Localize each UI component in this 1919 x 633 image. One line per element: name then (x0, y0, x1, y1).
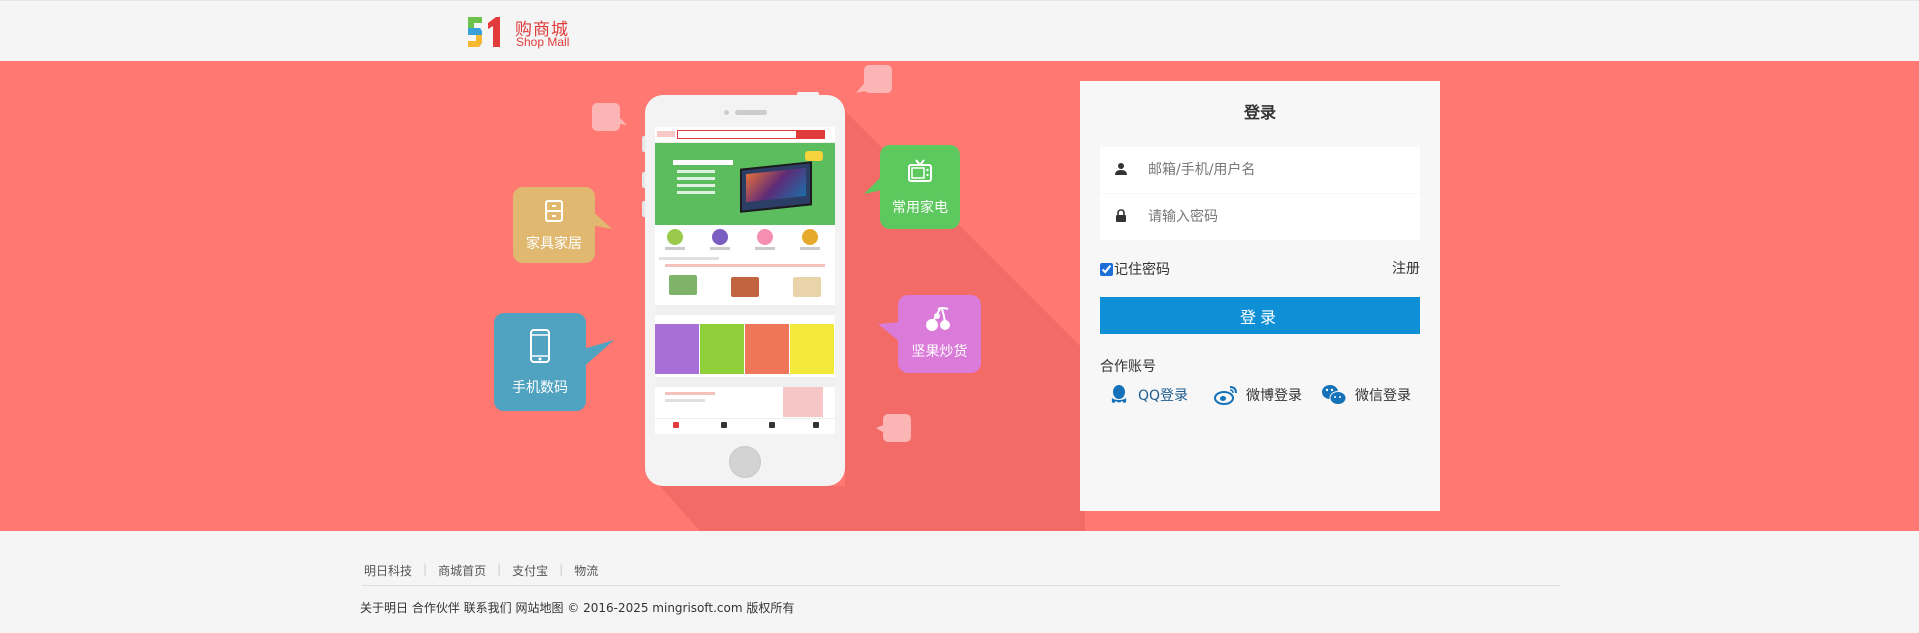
screen-nav-icon (813, 422, 819, 428)
wechat-icon (1322, 385, 1347, 405)
bubble-appliance[interactable]: 常用家电 (880, 145, 960, 229)
screen-bottom-nav (655, 418, 835, 434)
mobile-phone-icon (530, 329, 550, 363)
bubble-label: 家具家居 (526, 236, 582, 252)
screen-tile (700, 324, 744, 374)
bubble-furniture[interactable]: 家具家居 (513, 187, 595, 263)
login-button[interactable]: 登录 (1100, 297, 1420, 334)
footer-link[interactable]: 商城首页 (438, 562, 486, 579)
username-input[interactable] (1148, 147, 1408, 193)
username-field[interactable] (1100, 147, 1420, 193)
screen-text-row (665, 399, 705, 402)
password-field[interactable] (1100, 194, 1420, 240)
screen-icon-label (755, 247, 775, 250)
screen-icon (802, 229, 818, 245)
logo-en-text: Shop Mall (516, 35, 570, 49)
bubble-label: 常用家电 (892, 200, 948, 216)
wechat-login-label: 微信登录 (1355, 388, 1411, 404)
screen-divider (655, 377, 835, 387)
remember-checkbox[interactable] (1100, 262, 1113, 276)
logo-51-icon (468, 17, 500, 47)
bubble-label: 手机数码 (512, 380, 568, 396)
screen-banner-title (673, 160, 733, 165)
screen-icon-label (710, 247, 730, 250)
footer-copyright: 关于明日 合作伙伴 联系我们 网站地图 © 2016-2025 mingriso… (360, 601, 795, 615)
screen-tile (655, 324, 699, 374)
footer-links: 明日科技 | 商城首页 | 支付宝 | 物流 (364, 562, 598, 579)
screen-banner-line (677, 184, 715, 187)
screen-icon (757, 229, 773, 245)
screen-product (669, 275, 697, 295)
screen-product (793, 277, 821, 297)
screen-logo (657, 131, 675, 137)
bubble-label: 坚果炒货 (911, 344, 968, 360)
phone-speaker (735, 110, 767, 115)
screen-banner-line (677, 177, 715, 180)
screen-text-row (665, 392, 715, 395)
hero-banner: 家具家居 常用家电 手机数码 坚果炒货 (0, 61, 1919, 531)
lock-icon (1116, 209, 1126, 222)
weibo-icon (1214, 386, 1237, 405)
screen-nav-icon (769, 422, 775, 428)
footer-divider (362, 585, 1560, 586)
cabinet-icon (545, 200, 563, 222)
footer-link[interactable]: 物流 (574, 562, 598, 579)
screen-divider (655, 305, 835, 315)
bubble-digital[interactable]: 手机数码 (494, 313, 586, 411)
partner-accounts-label: 合作账号 (1100, 359, 1156, 375)
screen-nav-icon (721, 422, 727, 428)
screen-banner-line (677, 191, 715, 194)
qq-login[interactable]: QQ登录 (1108, 383, 1188, 407)
footer-link[interactable]: 支付宝 (512, 562, 548, 579)
login-title: 登录 (1243, 103, 1276, 122)
screen-search-button (797, 130, 825, 139)
screen-text-row (659, 257, 719, 260)
screen-nav-icon (673, 422, 679, 428)
phone-screen (655, 127, 835, 434)
wechat-login[interactable]: 微信登录 (1321, 383, 1411, 407)
phone-camera (724, 110, 729, 115)
screen-text-row (665, 264, 825, 267)
screen-icon-label (665, 247, 685, 250)
screen-banner-line (677, 170, 715, 173)
phone-home-button (729, 446, 761, 478)
screen-tile (745, 324, 789, 374)
screen-header (655, 127, 835, 143)
screen-price-tag (805, 151, 823, 161)
screen-phone-product (783, 387, 823, 417)
deco-tail (615, 113, 627, 125)
register-link[interactable]: 注册 (1392, 258, 1420, 278)
screen-tile (790, 324, 834, 374)
screen-search (677, 130, 797, 139)
site-header: 购商城 Shop Mall (0, 0, 1919, 61)
bubble-snacks[interactable]: 坚果炒货 (898, 295, 981, 373)
screen-icon-label (800, 247, 820, 250)
login-panel: 登录 记住密码 注册 登录 合作账号 QQ登录 (1080, 81, 1440, 511)
footer-separator: | (497, 562, 502, 576)
tv-icon (908, 159, 932, 182)
cherry-icon (926, 307, 950, 331)
screen-tv-image (740, 161, 812, 213)
footer-separator: | (423, 562, 428, 576)
bubble-tail (878, 322, 900, 342)
password-input[interactable] (1148, 194, 1408, 240)
qq-icon (1111, 385, 1127, 403)
deco-square (864, 65, 892, 93)
remember-password[interactable]: 记住密码 (1100, 259, 1170, 279)
screen-icon (712, 229, 728, 245)
deco-tail (876, 424, 886, 434)
weibo-login-label: 微博登录 (1246, 388, 1302, 404)
qq-login-label: QQ登录 (1138, 388, 1189, 404)
weibo-login[interactable]: 微博登录 (1214, 383, 1302, 407)
user-icon (1115, 163, 1127, 175)
footer-separator: | (559, 562, 564, 576)
site-logo[interactable]: 购商城 Shop Mall (466, 13, 576, 53)
screen-category-icons (655, 226, 835, 254)
remember-label: 记住密码 (1114, 262, 1170, 278)
footer-link[interactable]: 明日科技 (364, 562, 412, 579)
screen-product (731, 277, 759, 297)
deco-tail (856, 81, 866, 93)
screen-icon (667, 229, 683, 245)
